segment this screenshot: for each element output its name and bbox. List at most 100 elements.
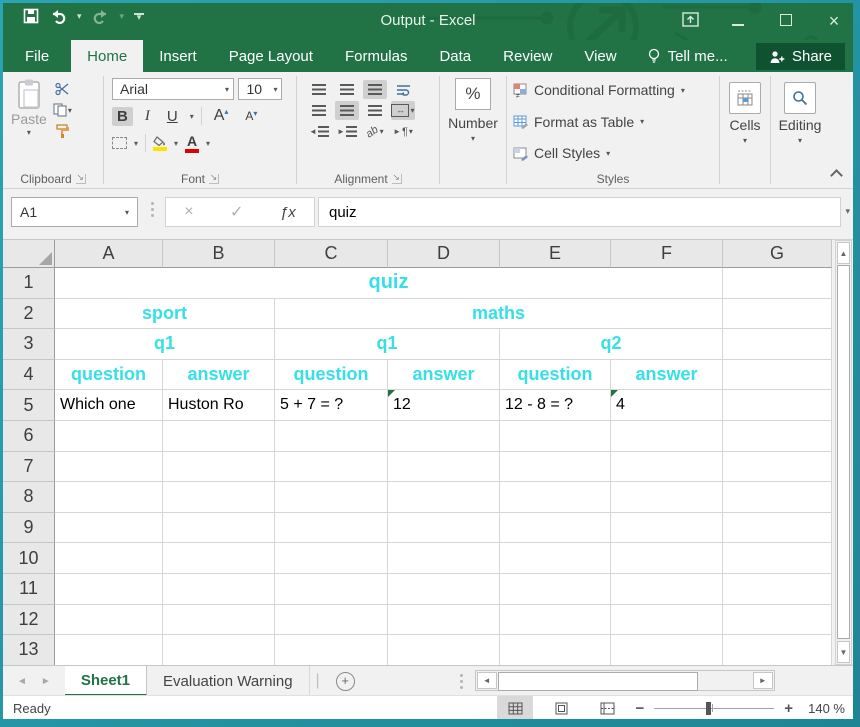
cell-A10[interactable] bbox=[55, 543, 163, 574]
cell-A9[interactable] bbox=[55, 513, 163, 544]
zoom-out-icon[interactable]: − bbox=[635, 700, 644, 717]
page-layout-view-button[interactable] bbox=[543, 696, 579, 719]
cell-B11[interactable] bbox=[163, 574, 275, 605]
cell-A12[interactable] bbox=[55, 605, 163, 636]
align-left-button[interactable] bbox=[307, 101, 331, 120]
cell-D4[interactable]: answer bbox=[388, 360, 500, 391]
select-all-button[interactable] bbox=[3, 240, 55, 268]
cell-B9[interactable] bbox=[163, 513, 275, 544]
editing-icon[interactable] bbox=[784, 82, 816, 114]
decrease-indent-button[interactable]: ◄ bbox=[307, 122, 331, 141]
column-header-C[interactable]: C bbox=[275, 240, 388, 268]
cell-B7[interactable] bbox=[163, 452, 275, 483]
cell-A13[interactable] bbox=[55, 635, 163, 666]
copy-dropdown-icon[interactable] bbox=[68, 106, 72, 115]
cell-C9[interactable] bbox=[275, 513, 388, 544]
cancel-icon[interactable]: × bbox=[184, 203, 193, 221]
sheet-tab-evaluation-warning[interactable]: Evaluation Warning bbox=[147, 666, 310, 696]
cell-D11[interactable] bbox=[388, 574, 500, 605]
text-direction-dropdown-icon[interactable] bbox=[409, 127, 413, 136]
maximize-icon[interactable] bbox=[775, 13, 797, 30]
copy-icon[interactable] bbox=[53, 103, 72, 117]
row-header-11[interactable]: 11 bbox=[3, 574, 55, 605]
font-name-dropdown-icon[interactable] bbox=[225, 85, 229, 94]
tab-review[interactable]: Review bbox=[487, 40, 568, 72]
align-right-button[interactable] bbox=[363, 101, 387, 120]
cell-C7[interactable] bbox=[275, 452, 388, 483]
tab-insert[interactable]: Insert bbox=[143, 40, 213, 72]
fill-color-dropdown-icon[interactable] bbox=[174, 139, 178, 148]
cell-F6[interactable] bbox=[611, 421, 723, 452]
column-header-A[interactable]: A bbox=[55, 240, 163, 268]
clipboard-dialog-launcher-icon[interactable]: ↘ bbox=[76, 174, 86, 184]
cell-A3[interactable]: q1 bbox=[55, 329, 275, 360]
cell-E8[interactable] bbox=[500, 482, 611, 513]
conditional-formatting-button[interactable]: ≠ Conditional Formatting bbox=[513, 79, 719, 101]
cell-B6[interactable] bbox=[163, 421, 275, 452]
fill-color-button[interactable] bbox=[153, 136, 167, 151]
zoom-slider[interactable] bbox=[654, 708, 774, 709]
cells-icon[interactable] bbox=[729, 82, 761, 114]
cell-G5[interactable] bbox=[723, 390, 832, 421]
column-header-B[interactable]: B bbox=[163, 240, 275, 268]
scroll-right-icon[interactable]: ► bbox=[753, 672, 773, 689]
middle-align-button[interactable] bbox=[335, 80, 359, 99]
merge-center-dropdown-icon[interactable] bbox=[410, 106, 414, 115]
cell-B13[interactable] bbox=[163, 635, 275, 666]
vertical-scrollbar[interactable]: ▲ ▼ bbox=[835, 240, 852, 665]
cell-styles-dropdown-icon[interactable] bbox=[606, 149, 610, 158]
cell-E9[interactable] bbox=[500, 513, 611, 544]
cell-E12[interactable] bbox=[500, 605, 611, 636]
cell-G10[interactable] bbox=[723, 543, 832, 574]
tell-me-box[interactable]: Tell me... bbox=[633, 40, 742, 72]
cells-dropdown-icon[interactable] bbox=[743, 136, 747, 145]
vertical-scroll-thumb[interactable] bbox=[837, 265, 850, 639]
paste-dropdown-icon[interactable] bbox=[27, 128, 31, 137]
font-color-button[interactable]: A bbox=[185, 134, 199, 153]
font-name-combo[interactable]: Arial bbox=[112, 78, 234, 100]
cell-C10[interactable] bbox=[275, 543, 388, 574]
cell-E7[interactable] bbox=[500, 452, 611, 483]
align-center-button[interactable] bbox=[335, 101, 359, 120]
cell-C8[interactable] bbox=[275, 482, 388, 513]
tab-home[interactable]: Home bbox=[71, 40, 143, 72]
text-direction-button[interactable]: ►¶ bbox=[391, 122, 415, 141]
cell-G4[interactable] bbox=[723, 360, 832, 391]
wrap-text-button[interactable] bbox=[391, 80, 415, 99]
minimize-icon[interactable] bbox=[727, 13, 749, 30]
scroll-left-icon[interactable]: ◄ bbox=[477, 672, 497, 689]
cell-F10[interactable] bbox=[611, 543, 723, 574]
font-color-dropdown-icon[interactable] bbox=[206, 139, 210, 148]
merge-center-button[interactable]: ↔ bbox=[391, 101, 415, 120]
row-header-8[interactable]: 8 bbox=[3, 482, 55, 513]
orientation-dropdown-icon[interactable] bbox=[380, 127, 384, 136]
cell-F11[interactable] bbox=[611, 574, 723, 605]
name-box[interactable]: A1 bbox=[11, 197, 138, 227]
row-header-4[interactable]: 4 bbox=[3, 360, 55, 391]
percent-style-button[interactable]: % bbox=[455, 78, 491, 110]
cell-B10[interactable] bbox=[163, 543, 275, 574]
cell-G8[interactable] bbox=[723, 482, 832, 513]
format-as-table-button[interactable]: Format as Table bbox=[513, 111, 719, 133]
cell-A6[interactable] bbox=[55, 421, 163, 452]
cell-G6[interactable] bbox=[723, 421, 832, 452]
formula-input[interactable]: quiz bbox=[318, 197, 841, 227]
underline-dropdown-icon[interactable] bbox=[190, 112, 194, 121]
cell-F13[interactable] bbox=[611, 635, 723, 666]
cell-D6[interactable] bbox=[388, 421, 500, 452]
normal-view-button[interactable] bbox=[497, 696, 533, 719]
paste-button[interactable]: Paste bbox=[11, 78, 47, 170]
tab-file[interactable]: File bbox=[3, 40, 71, 72]
cell-G9[interactable] bbox=[723, 513, 832, 544]
row-header-10[interactable]: 10 bbox=[3, 543, 55, 574]
cell-C5[interactable]: 5 + 7 = ? bbox=[275, 390, 388, 421]
cell-A2[interactable]: sport bbox=[55, 299, 275, 330]
cell-E4[interactable]: question bbox=[500, 360, 611, 391]
cell-C6[interactable] bbox=[275, 421, 388, 452]
cell-D12[interactable] bbox=[388, 605, 500, 636]
font-size-dropdown-icon[interactable] bbox=[273, 85, 277, 94]
cell-C3[interactable]: q1 bbox=[275, 329, 500, 360]
row-header-12[interactable]: 12 bbox=[3, 605, 55, 636]
cell-A8[interactable] bbox=[55, 482, 163, 513]
row-header-6[interactable]: 6 bbox=[3, 421, 55, 452]
